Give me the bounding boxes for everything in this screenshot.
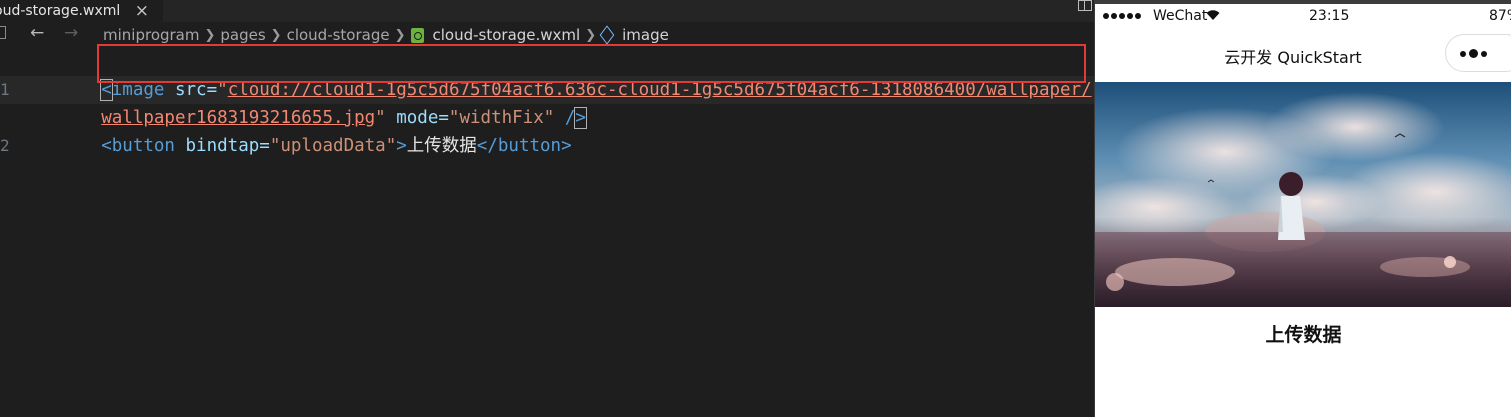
breadcrumb-item-miniprogram[interactable]: miniprogram xyxy=(103,26,199,44)
phone-simulator: WeChat 23:15 87% 云开发 QuickStart xyxy=(1094,0,1511,417)
signal-dots-icon xyxy=(1103,13,1141,19)
forward-arrow-icon[interactable]: → xyxy=(64,23,78,43)
wallpaper-image xyxy=(1095,82,1511,307)
page-title: 云开发 QuickStart xyxy=(1224,48,1362,67)
editor-tab-bar: oud-storage.wxml × xyxy=(0,0,1094,22)
code-editor: oud-storage.wxml × ← → miniprogram ❯ pag… xyxy=(0,0,1094,417)
tab-label: oud-storage.wxml xyxy=(0,3,121,19)
status-bar: WeChat 23:15 87% xyxy=(1095,5,1511,29)
nav-bar: 云开发 QuickStart xyxy=(1095,29,1511,81)
bookmark-icon[interactable] xyxy=(0,26,6,39)
back-arrow-icon[interactable]: ← xyxy=(30,23,44,43)
breadcrumb-item-pages[interactable]: pages xyxy=(220,26,265,44)
upload-data-button[interactable]: 上传数据 xyxy=(1095,318,1511,348)
status-time: 23:15 xyxy=(1309,8,1350,24)
tag-end-button: </button> xyxy=(476,136,572,156)
wxml-file-icon xyxy=(410,27,424,43)
split-editor-icon[interactable] xyxy=(1078,0,1092,11)
tag-close-bracket: > xyxy=(396,136,407,156)
close-icon[interactable]: × xyxy=(135,1,149,21)
annotation-highlight-box xyxy=(97,44,1086,83)
breadcrumb-item-file[interactable]: cloud-storage.wxml xyxy=(433,26,581,44)
breadcrumb: miniprogram ❯ pages ❯ cloud-storage ❯ cl… xyxy=(103,25,669,45)
button-text: 上传数据 xyxy=(406,136,477,156)
breadcrumb-item-cloud-storage[interactable]: cloud-storage xyxy=(287,26,390,44)
editor-tab-cloud-storage-wxml[interactable]: oud-storage.wxml × xyxy=(0,0,163,22)
wifi-icon xyxy=(1206,10,1220,20)
battery-percent: 87% xyxy=(1489,8,1511,24)
chevron-right-icon: ❯ xyxy=(204,27,216,43)
element-cube-icon xyxy=(599,25,615,45)
chevron-right-icon: ❯ xyxy=(394,27,406,43)
chevron-right-icon: ❯ xyxy=(585,27,597,43)
more-dots-icon[interactable] xyxy=(1460,49,1487,58)
menu-capsule[interactable] xyxy=(1445,34,1511,72)
line-number: 1 xyxy=(0,80,10,99)
tag-open-button: <button xyxy=(101,136,175,156)
tag-close-bracket: > xyxy=(574,107,587,129)
code-line-2[interactable]: 2 <button bindtap="uploadData">上传数据</butt… xyxy=(0,104,572,156)
bindtap-value: "uploadData" xyxy=(269,136,397,156)
chevron-right-icon: ❯ xyxy=(270,27,282,43)
carrier-label: WeChat xyxy=(1153,8,1208,24)
line-number: 2 xyxy=(0,136,10,155)
simulator-top-edge xyxy=(1095,0,1511,4)
attr-bindtap: bindtap= xyxy=(174,136,270,156)
breadcrumb-item-image[interactable]: image xyxy=(622,26,669,44)
